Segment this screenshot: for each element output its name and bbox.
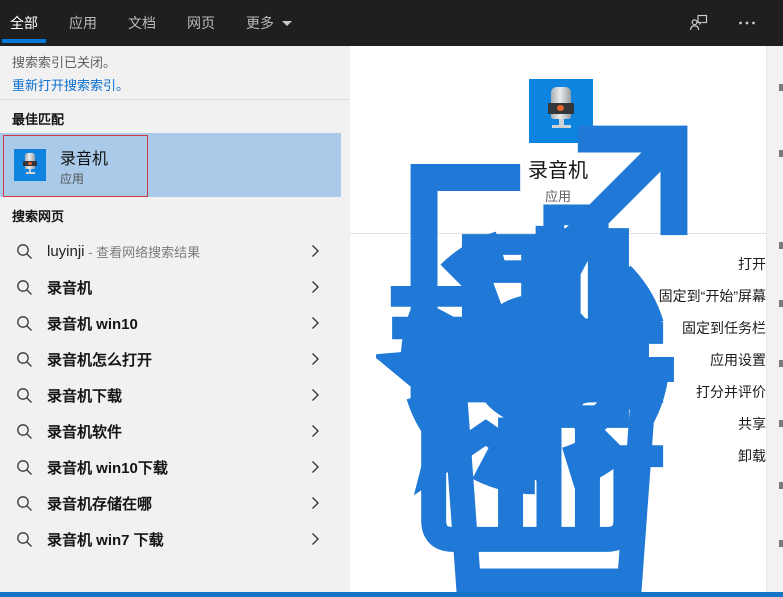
suggestion-suffix: - 查看网络搜索结果 [85, 242, 201, 261]
action-label: 共享 [738, 414, 766, 434]
search-icon [16, 531, 33, 548]
search-suggestion-row[interactable]: 录音机存储在哪 [0, 485, 350, 521]
divider [0, 99, 350, 100]
desktop-edge-artifact [779, 420, 783, 427]
search-suggestion-row[interactable]: 录音机 win10下载 [0, 449, 350, 485]
web-suggestion-list: luyinji - 查看网络搜索结果 录音机 录音机 win10 录音机怎么打开 [0, 233, 350, 557]
chevron-right-icon[interactable] [311, 280, 320, 294]
search-icon [16, 243, 33, 260]
action-label: 卸载 [738, 446, 766, 466]
chevron-right-icon[interactable] [311, 388, 320, 402]
suggestion-query: 录音机软件 [47, 421, 122, 442]
tab-documents[interactable]: 文档 [120, 0, 164, 46]
voice-recorder-app-icon [14, 149, 46, 181]
chevron-right-icon[interactable] [311, 424, 320, 438]
search-icon [16, 279, 33, 296]
suggestion-query: 录音机 win7 下载 [47, 529, 164, 550]
search-icon [16, 315, 33, 332]
desktop-edge-artifact [779, 150, 783, 157]
search-suggestion-row[interactable]: luyinji - 查看网络搜索结果 [0, 233, 350, 269]
desktop-edge-strip [766, 46, 783, 592]
search-suggestion-row[interactable]: 录音机怎么打开 [0, 341, 350, 377]
reenable-index-link[interactable]: 重新打开搜索索引。 [12, 75, 129, 94]
search-suggestion-row[interactable]: 录音机下载 [0, 377, 350, 413]
chevron-right-icon[interactable] [311, 316, 320, 330]
index-status-text: 搜索索引已关闭。 [12, 52, 116, 71]
trash-icon [376, 283, 722, 597]
taskbar-top-edge [0, 592, 783, 597]
best-match-subtitle: 应用 [60, 170, 84, 187]
tab-web[interactable]: 网页 [179, 0, 223, 46]
best-match-title: 录音机 [60, 145, 108, 169]
suggestion-query: 录音机 [47, 277, 92, 298]
suggestion-query: 录音机 win10下载 [47, 457, 168, 478]
action-uninstall[interactable]: 卸载 [350, 440, 766, 472]
best-match-section-label: 最佳匹配 [12, 109, 64, 128]
header-icons [689, 0, 783, 46]
action-label: 打开 [738, 254, 766, 274]
search-results-panel: 搜索索引已关闭。 重新打开搜索索引。 最佳匹配 录音机 应用 搜索网页 luyi… [0, 46, 350, 592]
chevron-right-icon[interactable] [311, 532, 320, 546]
search-icon [16, 387, 33, 404]
search-icon [16, 423, 33, 440]
search-icon [16, 459, 33, 476]
search-suggestion-row[interactable]: 录音机 [0, 269, 350, 305]
tab-all[interactable]: 全部 [2, 0, 46, 46]
result-detail-panel: 录音机 应用 打开 固定到“开始”屏幕 固定到任务栏 [350, 46, 766, 592]
chevron-right-icon[interactable] [311, 496, 320, 510]
feedback-icon[interactable] [689, 13, 709, 33]
chevron-right-icon[interactable] [311, 352, 320, 366]
suggestion-query: 录音机存储在哪 [47, 493, 152, 514]
suggestion-query: 录音机 win10 [47, 313, 138, 334]
best-match-result[interactable]: 录音机 应用 [0, 133, 341, 197]
desktop-edge-artifact [779, 300, 783, 307]
chevron-right-icon[interactable] [311, 460, 320, 474]
app-action-list: 打开 固定到“开始”屏幕 固定到任务栏 应用设置 [350, 248, 766, 472]
chevron-right-icon[interactable] [311, 244, 320, 258]
tab-more[interactable]: 更多 [238, 0, 300, 46]
search-filter-tabs: 全部 应用 文档 网页 更多 [0, 0, 315, 46]
suggestion-query: luyinji [47, 243, 85, 260]
search-icon [16, 495, 33, 512]
tab-more-label: 更多 [246, 13, 274, 33]
search-suggestion-row[interactable]: 录音机软件 [0, 413, 350, 449]
web-search-section-label: 搜索网页 [12, 206, 64, 225]
desktop-edge-artifact [779, 482, 783, 489]
desktop-edge-artifact [779, 540, 783, 547]
desktop-edge-artifact [779, 84, 783, 91]
windows-search-panel: 全部 应用 文档 网页 更多 [0, 0, 783, 597]
search-suggestion-row[interactable]: 录音机 win10 [0, 305, 350, 341]
search-header: 全部 应用 文档 网页 更多 [0, 0, 783, 46]
chevron-down-icon [282, 21, 292, 31]
search-icon [16, 351, 33, 368]
suggestion-query: 录音机怎么打开 [47, 349, 152, 370]
desktop-edge-artifact [779, 242, 783, 249]
suggestion-query: 录音机下载 [47, 385, 122, 406]
tab-apps[interactable]: 应用 [61, 0, 105, 46]
more-options-icon[interactable] [737, 13, 757, 33]
search-suggestion-row[interactable]: 录音机 win7 下载 [0, 521, 350, 557]
desktop-edge-artifact [779, 360, 783, 367]
